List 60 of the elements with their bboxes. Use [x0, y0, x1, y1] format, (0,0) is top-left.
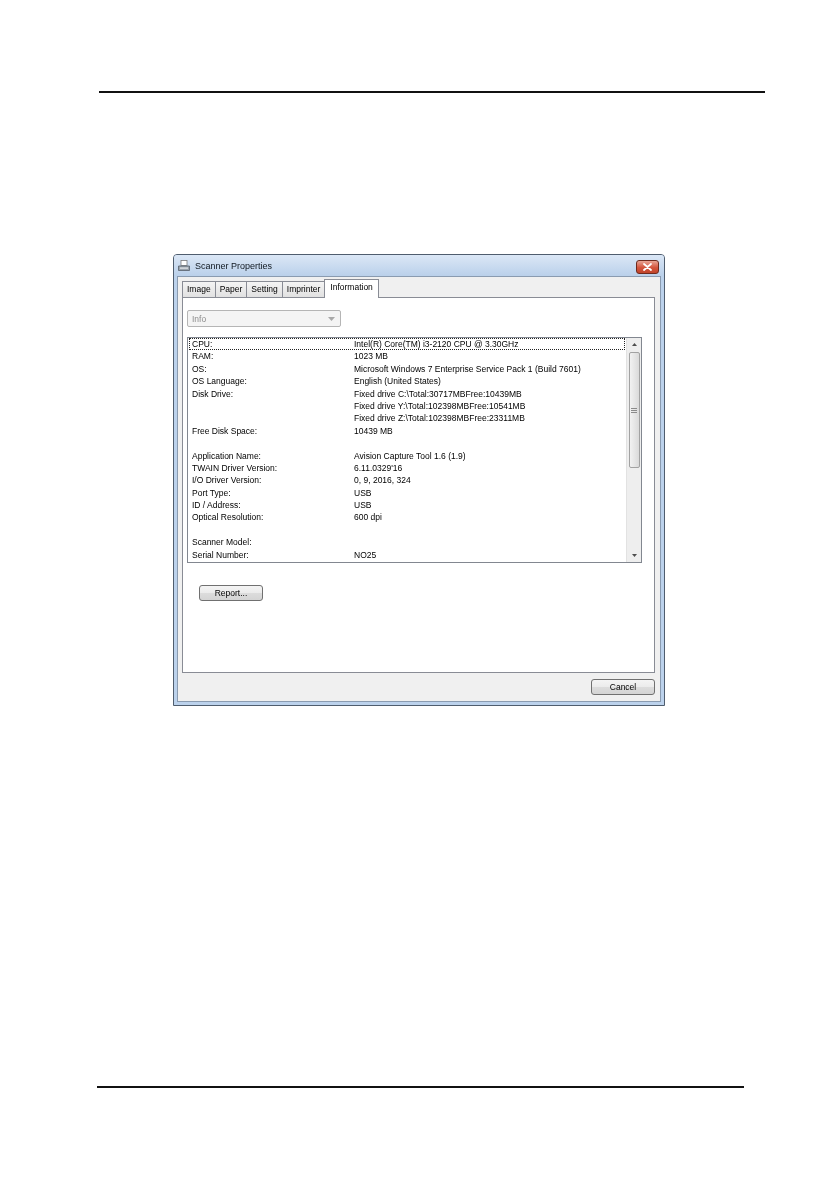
- caret-icon: [328, 316, 335, 321]
- info-row[interactable]: Serial Number: NO25: [189, 548, 625, 562]
- row-value: Fixed drive Y:\Total:102398MBFree:10541MB: [354, 400, 527, 412]
- row-value: NO25: [354, 549, 378, 561]
- info-row[interactable]: Free Disk Space: 10439 MB: [189, 424, 625, 438]
- info-row[interactable]: TWAIN Driver Version: 6.11.0329'16: [189, 461, 625, 475]
- tab[interactable]: Imprinter: [281, 281, 326, 297]
- info-row[interactable]: CPU: Intel(R) Core(TM) i3-2120 CPU @ 3.30GHz: [189, 338, 625, 351]
- row-value: Microsoft Windows 7 Enterprise Service Pack 1 (Build 7601): [354, 363, 582, 375]
- info-row[interactable]: Port Type: USB: [189, 486, 625, 500]
- row-value: 1023 MB: [354, 351, 390, 362]
- row-value: 10439 MB: [354, 425, 394, 437]
- tab[interactable]: Setting: [246, 281, 283, 297]
- row-value: Fixed drive C:\Total:30717MBFree:10439MB: [354, 388, 523, 399]
- row-label: Serial Number:: [191, 549, 250, 561]
- row-value: 6.11.0329'16: [354, 462, 404, 474]
- row-value: 0, 9, 2016, 324: [354, 475, 412, 486]
- close-icon: [643, 262, 652, 271]
- info-row[interactable]: OS: Microsoft Windows 7 Enterprise Service Pack 1 (Build 7601): [189, 362, 625, 376]
- row-label: Disk Drive:: [191, 388, 235, 399]
- row-value: USB: [354, 500, 373, 511]
- row-label: I/O Driver Version:: [191, 475, 263, 486]
- info-row[interactable]: Scanner Model:: [189, 536, 625, 549]
- tab[interactable]: Image: [182, 281, 216, 297]
- info-row[interactable]: ID / Address: USB: [189, 499, 625, 512]
- down-arrow-icon: [631, 554, 637, 557]
- info-row[interactable]: Fixed drive Y:\Total:102398MBFree:10541MB: [189, 399, 625, 413]
- info-row[interactable]: RAM: 1023 MB: [189, 350, 625, 363]
- window-title: Scanner Properties: [195, 260, 274, 271]
- row-value: Avision Capture Tool 1.6 (1.9): [354, 450, 467, 461]
- info-row[interactable]: Optical Resolution: 600 dpi: [189, 511, 625, 524]
- row-label: Application Name:: [191, 450, 262, 461]
- row-label: Free Disk Space:: [191, 425, 259, 437]
- info-row[interactable]: Fixed drive Z:\Total:102398MBFree:23311MB: [189, 412, 625, 425]
- row-label: Scanner Model:: [191, 537, 253, 548]
- row-label: OS:: [191, 363, 208, 375]
- close-button[interactable]: [636, 259, 659, 274]
- row-value: 600 dpi: [354, 512, 383, 523]
- row-label: RAM:: [191, 351, 215, 362]
- row-value: Intel(R) Core(TM) i3-2120 CPU @ 3.30GHz: [354, 339, 520, 350]
- report-button[interactable]: Report...: [199, 585, 263, 601]
- cancel-button[interactable]: Cancel: [591, 679, 655, 695]
- row-label: Port Type:: [191, 487, 232, 499]
- row-label: ID / Address:: [191, 500, 242, 511]
- grip-icon: [631, 407, 637, 413]
- row-label: OS Language:: [191, 376, 248, 387]
- row-value: Fixed drive Z:\Total:102398MBFree:23311MB: [354, 413, 526, 424]
- row-value: English (United States): [354, 376, 442, 387]
- scanner-icon: [178, 259, 190, 272]
- tab[interactable]: Information: [324, 279, 379, 298]
- up-arrow-icon: [631, 343, 637, 346]
- scrollbar-thumb[interactable]: [628, 352, 640, 468]
- info-row[interactable]: Application Name: Avision Capture Tool 1.6 (1.9): [189, 449, 625, 462]
- info-row[interactable]: OS Language: English (United States): [189, 375, 625, 388]
- row-label: TWAIN Driver Version:: [191, 462, 279, 474]
- info-row[interactable]: I/O Driver Version: 0, 9, 2016, 324: [189, 474, 625, 487]
- info-row[interactable]: Disk Drive: Fixed drive C:\Total:30717MBFree:10439MB: [189, 387, 625, 400]
- row-label: CPU:: [191, 339, 214, 350]
- row-value: USB: [354, 487, 373, 499]
- row-label: Optical Resolution:: [191, 512, 265, 523]
